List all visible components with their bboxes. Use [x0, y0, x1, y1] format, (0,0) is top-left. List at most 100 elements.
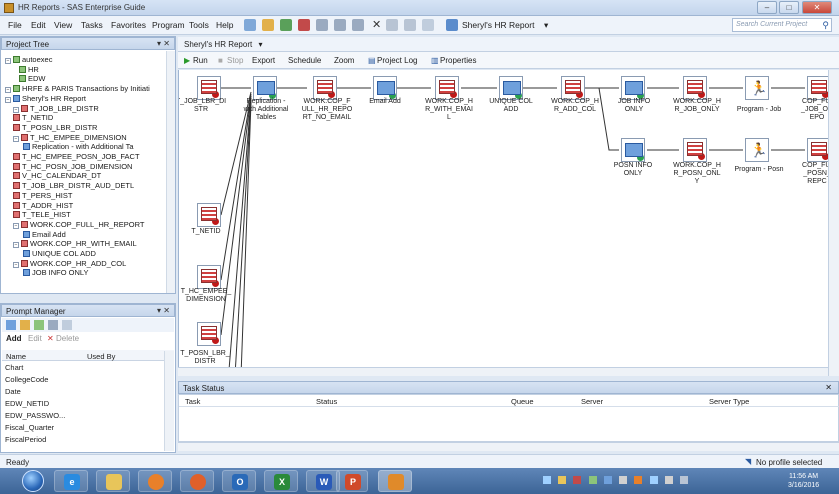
menu-tasks[interactable]: Tasks: [81, 20, 103, 30]
flow-node-work-cop-full[interactable]: [313, 76, 337, 100]
menu-tools[interactable]: Tools: [189, 20, 209, 30]
tray-icon[interactable]: [619, 476, 628, 484]
tree-item[interactable]: T_JOB_LBR_DISTR_AUD_DETL: [13, 181, 134, 190]
maximize-button[interactable]: □: [779, 1, 799, 14]
tree-item[interactable]: − HRFE & PARIS Transactions by Initiati: [5, 84, 150, 94]
flow-node-posn-info-only[interactable]: [621, 138, 645, 162]
profile-status[interactable]: No profile selected: [756, 458, 822, 467]
menu-view[interactable]: View: [54, 20, 72, 30]
menu-edit[interactable]: Edit: [31, 20, 46, 30]
tree-item[interactable]: V_HC_CALENDAR_DT: [13, 171, 101, 180]
canvas-horizontal-scrollbar[interactable]: [178, 367, 828, 376]
tree-item[interactable]: JOB INFO ONLY: [23, 268, 89, 277]
add-prompt-button[interactable]: Add: [6, 334, 22, 343]
flow-node-job-info-only[interactable]: [621, 76, 645, 100]
tree-item[interactable]: − WORK.COP_FULL_HR_REPORT: [13, 220, 144, 229]
prompt-row[interactable]: FiscalPeriod: [5, 435, 46, 445]
start-button[interactable]: [22, 470, 44, 492]
col-queue[interactable]: Queue: [511, 397, 534, 406]
network-icon[interactable]: [680, 476, 689, 484]
tray-icon[interactable]: [573, 476, 582, 484]
list-icon[interactable]: [62, 320, 72, 330]
menu-help[interactable]: Help: [216, 20, 233, 30]
expand-toggle-icon[interactable]: −: [5, 96, 11, 103]
flow-node-unique-col-add[interactable]: [499, 76, 523, 100]
flow-node-cop-full-job[interactable]: [807, 76, 828, 100]
tray-icon[interactable]: [634, 476, 643, 484]
pane-close-icon[interactable]: ▾ ✕: [157, 306, 170, 315]
menu-program[interactable]: Program: [152, 20, 185, 30]
flow-node-cop-full-posn[interactable]: [807, 138, 828, 162]
save-icon[interactable]: [298, 19, 310, 31]
tree-item[interactable]: T_NETID: [13, 113, 53, 122]
flow-node-work-cop-hr-add[interactable]: [561, 76, 585, 100]
tree-item[interactable]: T_HC_POSN_JOB_DIMENSION: [13, 162, 132, 171]
tree-item[interactable]: Email Add: [23, 230, 66, 239]
tree-item[interactable]: − T_HC_EMPEE_DIMENSION: [13, 133, 127, 142]
run-button[interactable]: Run: [193, 56, 208, 65]
flow-node-program-posn[interactable]: 🏃: [745, 138, 769, 162]
flow-node-t-netid[interactable]: [197, 203, 221, 227]
zoom-button[interactable]: Zoom: [334, 56, 354, 65]
tree-item[interactable]: UNIQUE COL ADD: [23, 249, 96, 258]
project-selector[interactable]: Sheryl's HR Report: [462, 20, 534, 30]
expand-toggle-icon[interactable]: −: [13, 222, 19, 229]
tray-icon[interactable]: [588, 476, 597, 484]
col-server[interactable]: Server: [581, 397, 603, 406]
flow-node-t-posn-lbr[interactable]: [197, 322, 221, 346]
document-tab[interactable]: Sheryl's HR Report ▾: [178, 37, 839, 52]
taskbar-ie[interactable]: e: [54, 470, 88, 492]
col-server-type[interactable]: Server Type: [709, 397, 749, 406]
volume-icon[interactable]: [664, 476, 673, 484]
stop-button[interactable]: Stop: [227, 56, 243, 65]
col-used-by[interactable]: Used By: [87, 352, 115, 361]
prompt-row[interactable]: EDW_PASSWO...: [5, 411, 65, 421]
folder-icon[interactable]: [20, 320, 30, 330]
tree-item[interactable]: − Sheryl's HR Report: [5, 94, 86, 103]
close-icon[interactable]: ✕: [825, 383, 832, 392]
edit-prompt-button[interactable]: Edit: [28, 334, 42, 343]
new-icon[interactable]: [244, 19, 256, 31]
taskbar-media[interactable]: [138, 470, 172, 492]
search-icon[interactable]: ⚲: [822, 20, 829, 31]
taskbar-outlook[interactable]: O: [222, 470, 256, 492]
delete-icon[interactable]: ✕: [372, 18, 381, 31]
window-icon[interactable]: [422, 19, 434, 31]
tree-item[interactable]: HR: [19, 65, 39, 74]
prompt-scrollbar[interactable]: [164, 351, 174, 451]
flow-node-t-hc-empee[interactable]: [197, 265, 221, 289]
flow-node-program-job[interactable]: 🏃: [745, 76, 769, 100]
tree-scrollbar[interactable]: [166, 51, 175, 293]
add-icon[interactable]: [280, 19, 292, 31]
col-name[interactable]: Name: [6, 352, 26, 361]
tree-item[interactable]: T_HC_EMPEE_POSN_JOB_FACT: [13, 152, 140, 161]
prompt-row[interactable]: Fiscal_Quarter: [5, 423, 54, 433]
canvas-vertical-scrollbar[interactable]: [828, 70, 839, 376]
expand-toggle-icon[interactable]: −: [13, 242, 19, 249]
menu-file[interactable]: File: [8, 20, 22, 30]
tree-item[interactable]: T_ADDR_HIST: [13, 201, 73, 210]
chevron-down-icon[interactable]: ▾: [544, 20, 548, 31]
tray-icon[interactable]: [649, 476, 658, 484]
pane-close-icon[interactable]: ▾ ✕: [157, 39, 170, 48]
flow-node-work-cop-hr-job[interactable]: [683, 76, 707, 100]
prompt-row[interactable]: EDW_NETID: [5, 399, 49, 409]
col-task[interactable]: Task: [185, 397, 200, 406]
flow-node-work-cop-hr-posn[interactable]: [683, 138, 707, 162]
delete-prompt-button[interactable]: Delete: [56, 334, 79, 343]
search-input[interactable]: Search Current Project ⚲: [732, 18, 832, 32]
paste-icon[interactable]: [352, 19, 364, 31]
taskbar-excel[interactable]: X: [264, 470, 298, 492]
flow-node-replication[interactable]: [253, 76, 277, 100]
tray-icon[interactable]: [543, 476, 551, 484]
schedule-button[interactable]: Schedule: [288, 56, 321, 65]
taskbar-explorer[interactable]: [96, 470, 130, 492]
taskbar-sas[interactable]: [378, 470, 412, 492]
close-button[interactable]: ✕: [802, 1, 832, 14]
taskbar-word[interactable]: W: [306, 470, 340, 492]
project-log-button[interactable]: Project Log: [377, 56, 417, 65]
properties-button[interactable]: Properties: [440, 56, 476, 65]
tree-item[interactable]: − autoexec: [5, 55, 52, 64]
menu-favorites[interactable]: Favorites: [111, 20, 146, 30]
redo-icon[interactable]: [404, 19, 416, 31]
